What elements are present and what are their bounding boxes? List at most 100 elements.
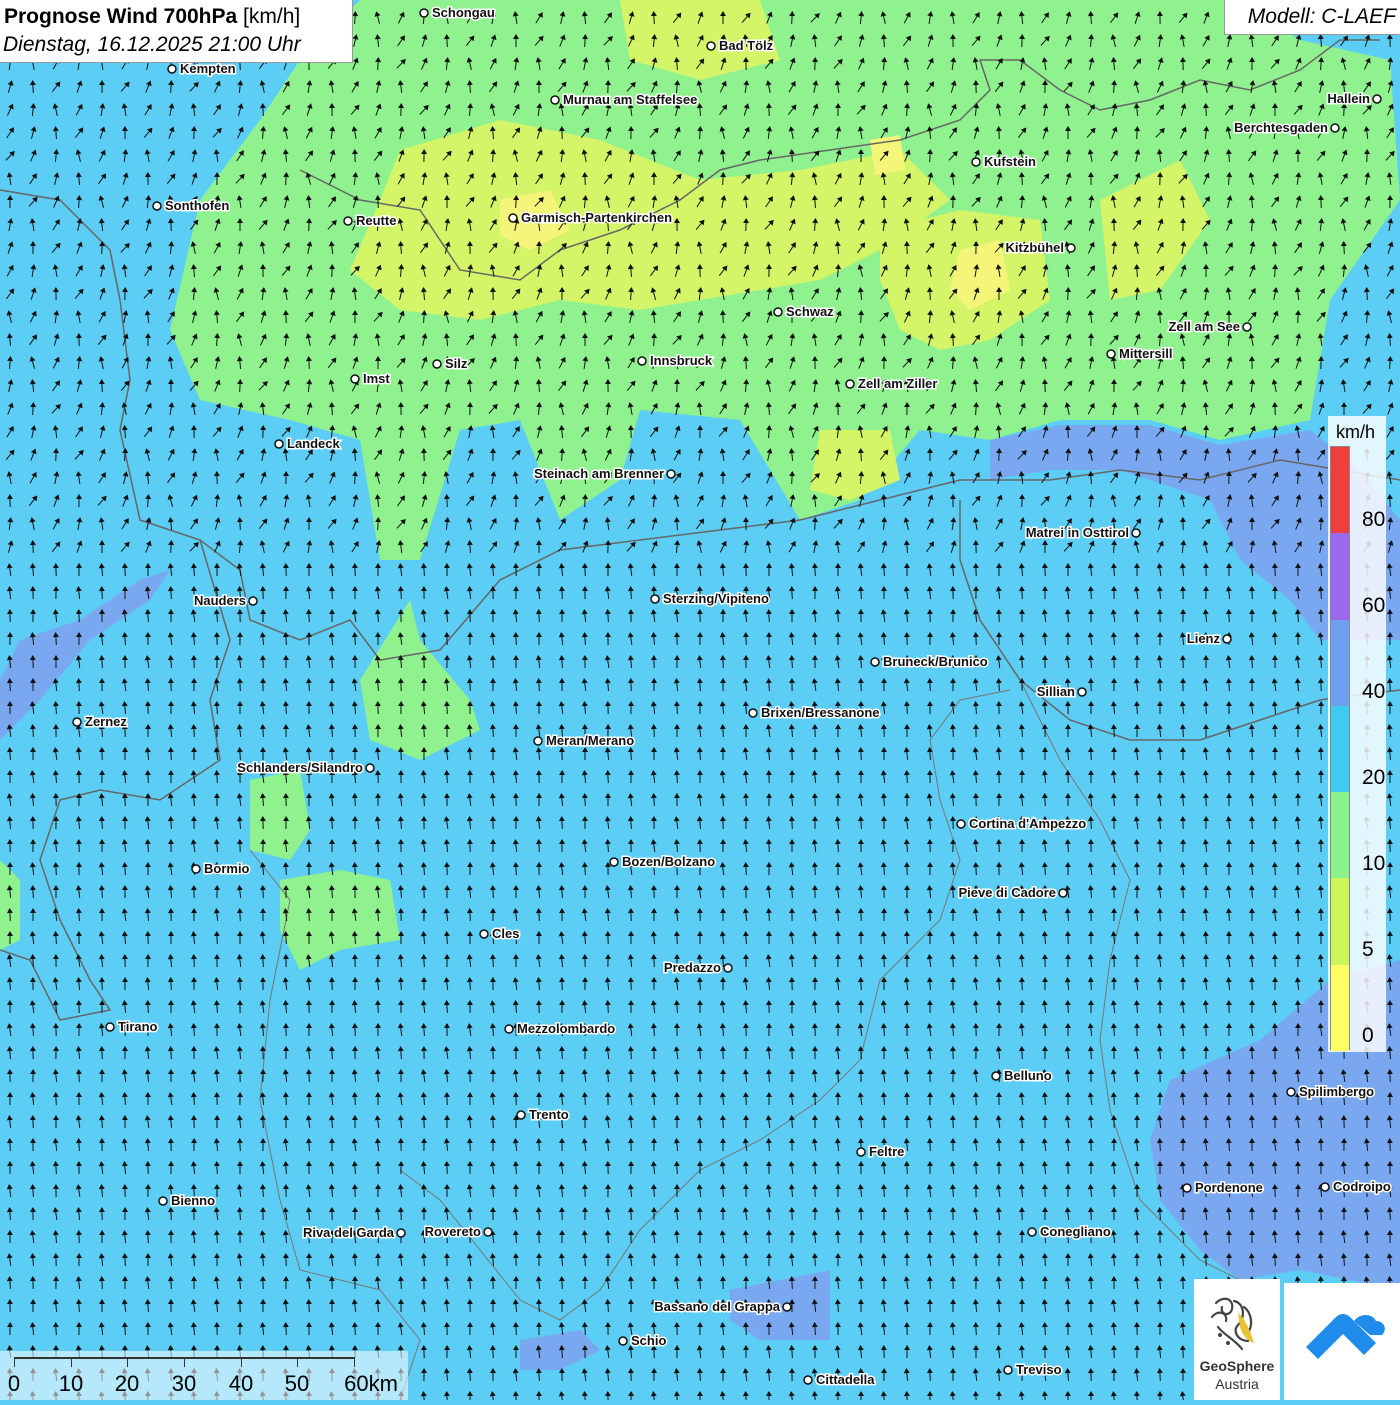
app-logo[interactable] — [1284, 1283, 1400, 1400]
city-label: Sterzing/Vipiteno — [663, 591, 769, 606]
city-marker[interactable]: Meran/Merano — [534, 733, 634, 748]
city-label: Bozen/Bolzano — [622, 854, 715, 869]
city-label: Murnau am Staffelsee — [563, 92, 697, 107]
legend-color-bar — [1330, 446, 1350, 1050]
city-dot — [551, 96, 559, 104]
city-dot — [1243, 323, 1251, 331]
city-marker[interactable]: Innsbruck — [638, 353, 713, 368]
city-marker[interactable]: Zell am Ziller — [846, 376, 937, 391]
city-dot — [1183, 1184, 1191, 1192]
city-label: Schongau — [432, 5, 495, 20]
city-label: Nauders — [194, 593, 246, 608]
title-box: Prognose Wind 700hPa [km/h] Dienstag, 16… — [0, 0, 353, 63]
scale-tick — [71, 1357, 72, 1367]
city-marker[interactable]: Schongau — [420, 5, 495, 20]
city-label: Meran/Merano — [546, 733, 634, 748]
scale-label: 20 — [115, 1371, 139, 1397]
title-unit: [km/h] — [243, 5, 300, 28]
city-marker[interactable]: Bassano del Grappa — [654, 1299, 791, 1314]
city-marker[interactable]: Sterzing/Vipiteno — [651, 591, 769, 606]
legend-color-segment — [1331, 965, 1349, 1051]
city-label: Schio — [631, 1333, 666, 1348]
city-label: Silz — [445, 356, 468, 371]
city-label: Hallein — [1327, 91, 1370, 106]
city-dot — [1373, 95, 1381, 103]
city-label: Belluno — [1004, 1068, 1052, 1083]
city-dot — [509, 214, 517, 222]
model-name: Modell: C-LAEF — [1248, 5, 1396, 29]
city-marker[interactable]: Sonthofen — [153, 198, 229, 213]
city-dot — [992, 1072, 1000, 1080]
city-marker[interactable]: Matrei in Osttirol — [1026, 525, 1140, 540]
geosphere-name: GeoSphere — [1194, 1358, 1280, 1374]
city-dot — [480, 930, 488, 938]
city-label: Sonthofen — [165, 198, 229, 213]
city-label: Spilimbergo — [1299, 1084, 1374, 1099]
color-legend: km/h 051020406080 — [1328, 416, 1386, 1052]
city-dot — [1078, 688, 1086, 696]
city-marker[interactable]: Spilimbergo — [1287, 1084, 1374, 1099]
city-label: Landeck — [287, 436, 341, 451]
city-dot — [774, 308, 782, 316]
city-marker[interactable]: Zell am See — [1168, 319, 1251, 334]
city-dot — [1028, 1228, 1036, 1236]
city-marker[interactable]: Steinach am Brenner — [534, 466, 675, 481]
legend-unit: km/h — [1336, 422, 1375, 443]
city-label: Bienno — [171, 1193, 215, 1208]
city-dot — [1107, 350, 1115, 358]
city-dot — [159, 1197, 167, 1205]
scale-label: 40 — [229, 1371, 253, 1397]
legend-tick-label: 40 — [1362, 680, 1385, 704]
city-dot — [1004, 1366, 1012, 1374]
scale-tick — [241, 1357, 242, 1367]
scale-bar: 0102030405060km — [0, 1351, 408, 1400]
city-marker[interactable]: Garmisch-Partenkirchen — [509, 210, 672, 225]
legend-color-segment — [1331, 878, 1349, 964]
scale-tick — [14, 1357, 15, 1367]
city-marker[interactable]: Murnau am Staffelsee — [551, 92, 697, 107]
geosphere-logo[interactable]: GeoSphere Austria — [1194, 1279, 1280, 1400]
city-label: Treviso — [1016, 1362, 1062, 1377]
city-dot — [505, 1025, 513, 1033]
city-label: Conegliano — [1040, 1224, 1111, 1239]
city-dot — [534, 737, 542, 745]
city-marker[interactable]: Pieve di Cadore — [958, 885, 1067, 900]
city-dot — [1059, 889, 1067, 897]
city-marker[interactable]: Pordenone — [1183, 1180, 1263, 1195]
city-label: Brixen/Bressanone — [761, 705, 880, 720]
city-marker[interactable]: Berchtesgaden — [1234, 120, 1339, 135]
city-label: Pieve di Cadore — [958, 885, 1056, 900]
scale-tick — [127, 1357, 128, 1367]
city-marker[interactable]: Brixen/Bressanone — [749, 705, 880, 720]
city-label: Cittadella — [816, 1372, 875, 1387]
scale-label: 0 — [8, 1371, 20, 1397]
city-marker[interactable]: Schlanders/Silandro — [237, 760, 374, 775]
title-main: Prognose Wind 700hPa — [4, 5, 237, 28]
scale-tick — [297, 1357, 298, 1367]
forecast-datetime: Dienstag, 16.12.2025 21:00 Uhr — [3, 33, 301, 57]
city-dot — [1287, 1088, 1295, 1096]
city-marker[interactable]: Mezzolombardo — [505, 1021, 615, 1036]
city-dot — [1321, 1183, 1329, 1191]
city-marker[interactable]: Cortina d'Ampezzo — [957, 816, 1086, 831]
city-dot — [1223, 635, 1231, 643]
city-dot — [619, 1337, 627, 1345]
city-label: Bad Tölz — [719, 38, 774, 53]
city-marker[interactable]: Riva del Garda — [303, 1225, 405, 1240]
city-marker[interactable]: Bozen/Bolzano — [610, 854, 715, 869]
legend-tick-label: 5 — [1362, 938, 1374, 962]
legend-tick-label: 10 — [1362, 852, 1385, 876]
city-label: Mezzolombardo — [517, 1021, 615, 1036]
city-dot — [275, 440, 283, 448]
city-label: Imst — [363, 371, 390, 386]
city-label: Predazzo — [664, 960, 721, 975]
city-marker[interactable]: Bruneck/Brunico — [871, 654, 988, 669]
map-title: Prognose Wind 700hPa [km/h] — [4, 5, 300, 29]
city-label: Cortina d'Ampezzo — [969, 816, 1086, 831]
city-label: Garmisch-Partenkirchen — [521, 210, 672, 225]
city-label: Cles — [492, 926, 519, 941]
city-label: Trento — [529, 1107, 569, 1122]
scale-label: 50 — [285, 1371, 309, 1397]
city-dot — [192, 865, 200, 873]
city-marker[interactable]: Conegliano — [1028, 1224, 1111, 1239]
